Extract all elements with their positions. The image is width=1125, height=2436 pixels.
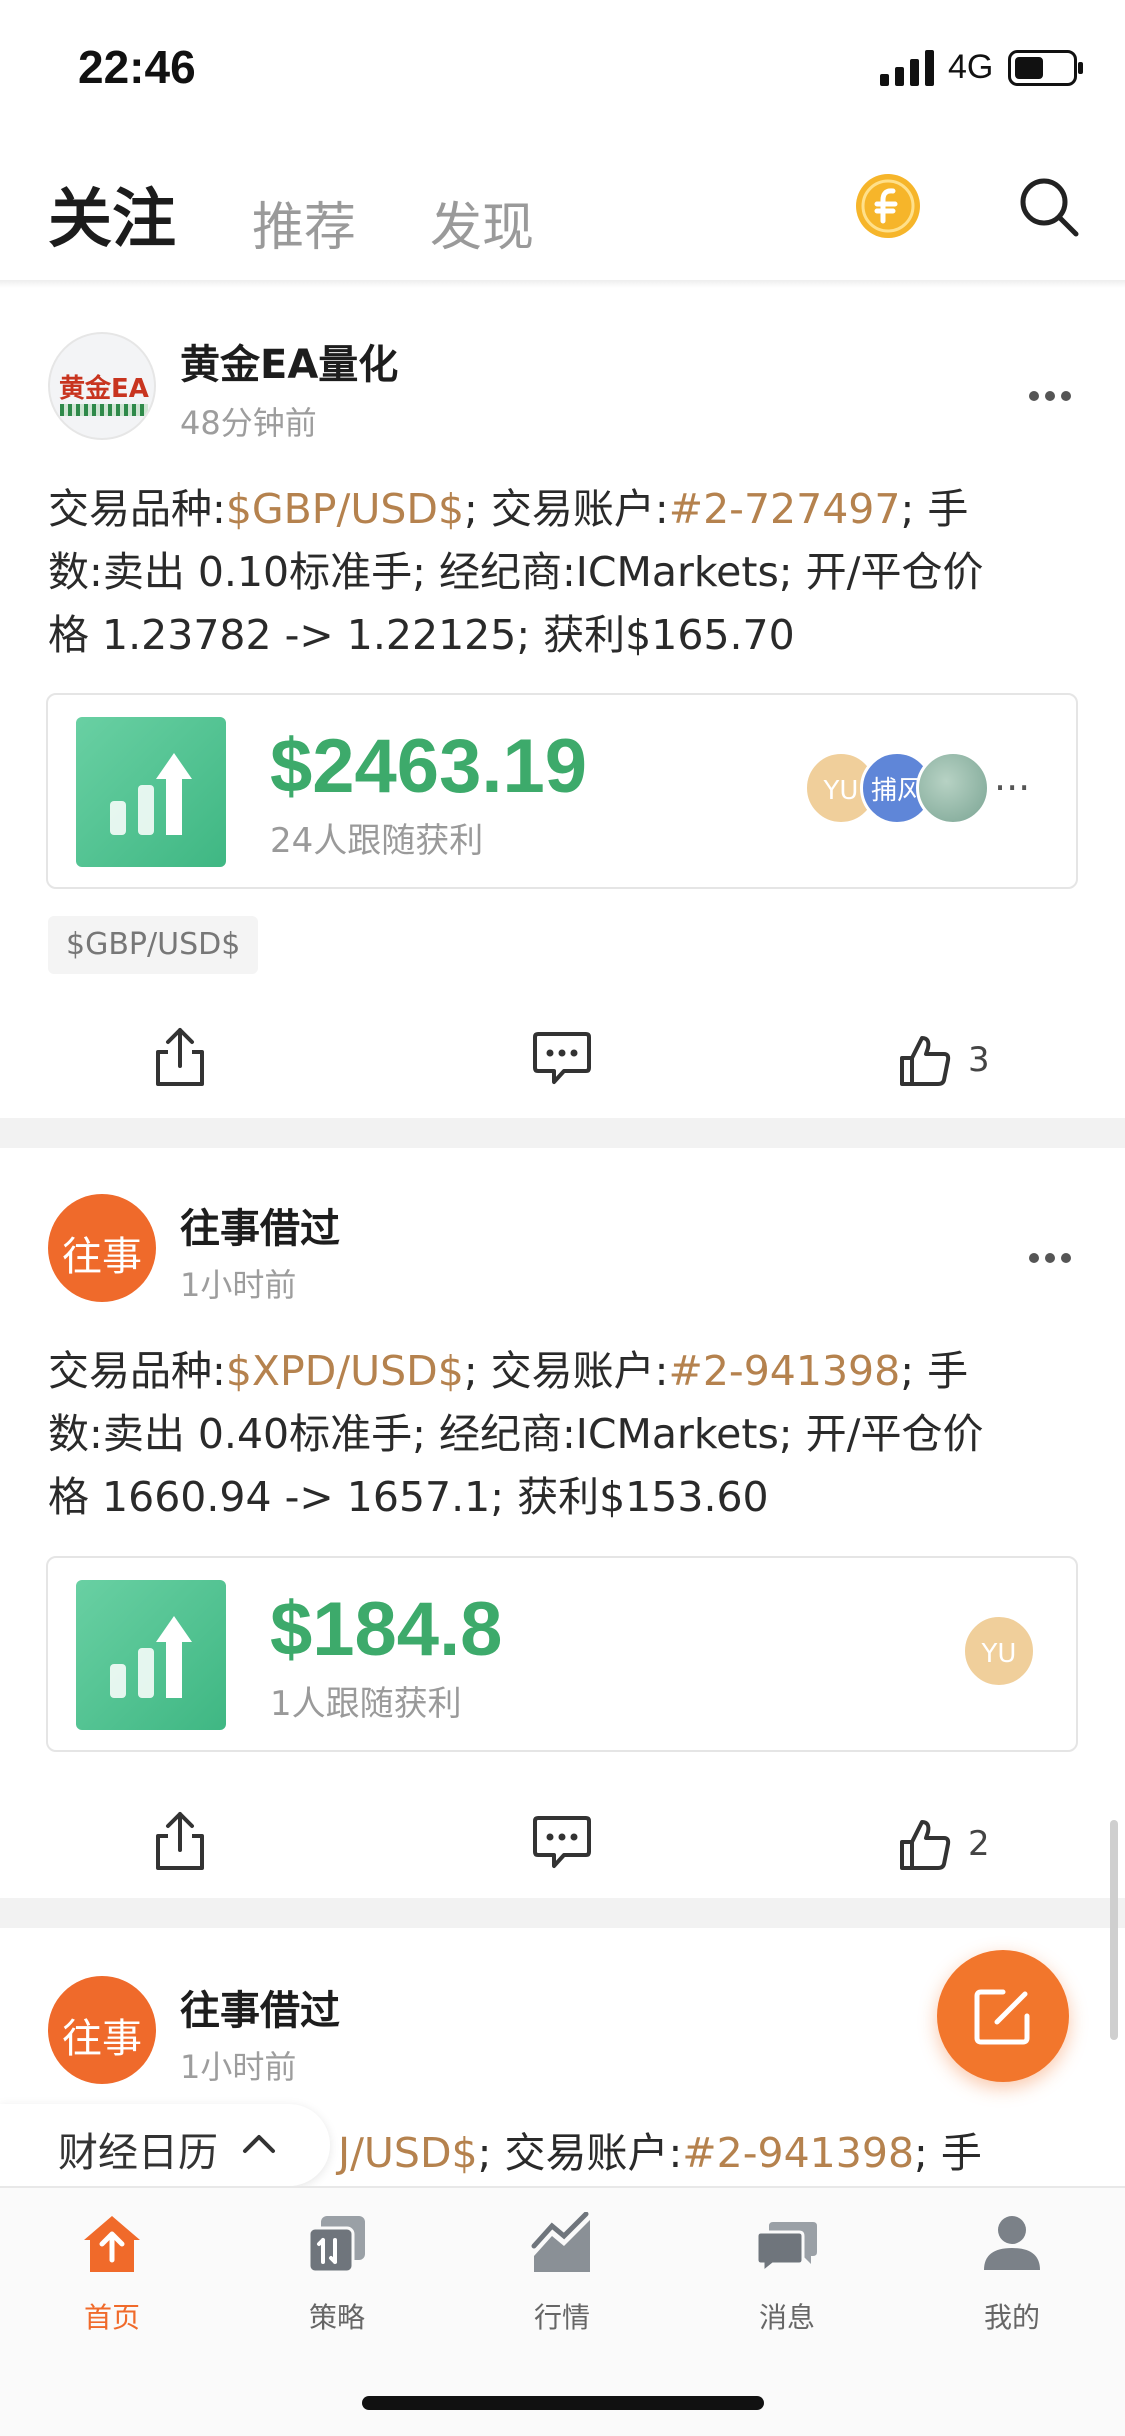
- followers-more[interactable]: ...: [994, 755, 1030, 799]
- more-icon[interactable]: [1028, 1252, 1072, 1264]
- comment-icon[interactable]: [532, 1814, 592, 1870]
- post-body-line: 交易品种:$GBP/USD$; 交易账户:#2-727497; 手: [48, 478, 1078, 541]
- post-body-line: 数:卖出 0.10标准手; 经纪商:ICMarkets; 开/平仓价: [48, 548, 984, 596]
- like-icon[interactable]: [898, 1818, 952, 1872]
- network-label: 4G: [948, 48, 994, 86]
- calendar-toggle[interactable]: 财经日历: [0, 2104, 330, 2186]
- tab-discover[interactable]: 发现: [430, 185, 534, 260]
- profile-icon: [984, 2216, 1040, 2270]
- profit-value: $184.8: [270, 1587, 503, 1672]
- profit-value: $2463.19: [270, 724, 587, 809]
- author-avatar[interactable]: 往事: [48, 1194, 156, 1302]
- avatar-text: 往事: [62, 1234, 142, 1280]
- author-name[interactable]: 往事借过: [180, 1196, 340, 1254]
- tab-messages[interactable]: 消息: [727, 2212, 847, 2352]
- compose-icon: [974, 1989, 1030, 2045]
- post-time: 48分钟前: [180, 404, 317, 442]
- body-text: ; 交易账户:: [477, 2129, 683, 2177]
- symbol-link[interactable]: J/USD$: [338, 2129, 478, 2177]
- compose-button[interactable]: [937, 1950, 1069, 2082]
- home-icon: [84, 2216, 140, 2272]
- body-text: ; 手: [900, 1347, 969, 1395]
- share-icon[interactable]: [152, 1026, 208, 1088]
- author-name[interactable]: 往事借过: [180, 1978, 340, 2036]
- tab-strategy[interactable]: 策略: [277, 2212, 397, 2352]
- feed-post: 往事 往事借过 1小时前 交易品种:$XPD/USD$; 交易账户:#2-941…: [0, 1148, 1125, 1898]
- symbol-link[interactable]: $GBP/USD$: [226, 485, 464, 533]
- author-avatar[interactable]: 黄金EA: [48, 332, 156, 440]
- account-link[interactable]: #2-941398: [668, 1347, 900, 1395]
- tab-recommend[interactable]: 推荐: [252, 185, 356, 260]
- chevron-up-icon: [243, 2135, 275, 2153]
- followers-caption: 24人跟随获利: [270, 821, 484, 861]
- body-text: ; 交易账户:: [463, 1347, 669, 1395]
- like-count: 3: [968, 1040, 990, 1080]
- account-link[interactable]: #2-727497: [669, 485, 901, 533]
- calendar-label: 财经日历: [58, 2130, 218, 2176]
- nav-divider: [0, 280, 1125, 288]
- market-icon: [531, 2212, 590, 2272]
- tab-market[interactable]: 行情: [502, 2212, 622, 2352]
- message-icon: [755, 2222, 817, 2276]
- battery-icon: [1008, 50, 1083, 86]
- post-body[interactable]: 交易品种:$GBP/USD$; 交易账户:#2-727497; 手 数:卖出 0…: [48, 478, 1078, 667]
- profit-card[interactable]: $184.8 1人跟随获利 YU: [46, 1556, 1078, 1752]
- feed-post: 黄金EA 黄金EA量化 48分钟前 交易品种:$GBP/USD$; 交易账户:#…: [0, 288, 1125, 1118]
- symbol-link[interactable]: $XPD/USD$: [226, 1347, 464, 1395]
- tab-label: 策略: [308, 2301, 365, 2334]
- app-screen: 22:46 4G 关注 推荐 发现 黄金EA 黄金EA量化 48分钟前 交易品种…: [0, 0, 1125, 2436]
- post-separator: [0, 1118, 1125, 1148]
- post-separator: [0, 1898, 1125, 1928]
- coin-icon[interactable]: [855, 173, 921, 239]
- body-text: ; 手: [900, 485, 969, 533]
- symbol-tag[interactable]: $GBP/USD$: [48, 916, 259, 974]
- followers-caption: 1人跟随获利: [270, 1684, 462, 1724]
- tab-label: 我的: [983, 2301, 1040, 2334]
- chart-up-icon: [76, 1580, 226, 1730]
- follower-avatar[interactable]: [916, 751, 990, 825]
- post-body-line: 数:卖出 0.40标准手; 经纪商:ICMarkets; 开/平仓价: [48, 1410, 984, 1458]
- body-text: ; 交易账户:: [464, 485, 669, 533]
- chart-up-icon: [76, 717, 226, 867]
- avatar-text: 往事: [62, 2016, 142, 2062]
- author-avatar[interactable]: 往事: [48, 1976, 156, 2084]
- tab-label: 消息: [758, 2301, 815, 2334]
- post-body-line: 交易品种:$XPD/USD$; 交易账户:#2-941398; 手: [48, 1340, 1078, 1403]
- account-link[interactable]: #2-941398: [682, 2129, 914, 2177]
- author-name[interactable]: 黄金EA量化: [180, 332, 398, 390]
- body-text: 交易品种:: [48, 485, 226, 533]
- tab-home[interactable]: 首页: [52, 2212, 172, 2352]
- body-text: 交易品种:: [48, 1347, 226, 1395]
- status-time: 22:46: [78, 41, 196, 93]
- strategy-icon: [307, 2216, 365, 2274]
- post-time: 1小时前: [180, 2048, 297, 2086]
- tab-label: 首页: [83, 2301, 140, 2334]
- status-bar: 22:46 4G: [0, 0, 1125, 140]
- more-icon[interactable]: [1028, 390, 1072, 402]
- body-text: ; 手: [914, 2129, 982, 2177]
- avatar-stripe: [60, 404, 148, 416]
- profit-card[interactable]: $2463.19 24人跟随获利 YU 捕风 ...: [46, 693, 1078, 889]
- avatar-text: 黄金EA: [59, 374, 149, 404]
- home-indicator[interactable]: [362, 2396, 764, 2410]
- signal-icon: [880, 50, 934, 86]
- follower-avatar[interactable]: YU: [962, 1614, 1036, 1688]
- post-body[interactable]: 交易品种:$XPD/USD$; 交易账户:#2-941398; 手 数:卖出 0…: [48, 1340, 1078, 1529]
- post-body-line: 格 1.23782 -> 1.22125; 获利$165.70: [48, 611, 795, 659]
- post-body-line: 格 1660.94 -> 1657.1; 获利$153.60: [48, 1473, 769, 1521]
- post-time: 1小时前: [180, 1266, 297, 1304]
- comment-icon[interactable]: [532, 1030, 592, 1086]
- search-icon[interactable]: [1018, 176, 1080, 238]
- tab-follow[interactable]: 关注: [48, 168, 176, 260]
- like-icon[interactable]: [898, 1034, 952, 1088]
- tab-label: 行情: [533, 2301, 590, 2334]
- tab-profile[interactable]: 我的: [952, 2212, 1072, 2352]
- share-icon[interactable]: [152, 1810, 208, 1872]
- scroll-indicator[interactable]: [1110, 1820, 1118, 2040]
- like-count: 2: [968, 1824, 990, 1864]
